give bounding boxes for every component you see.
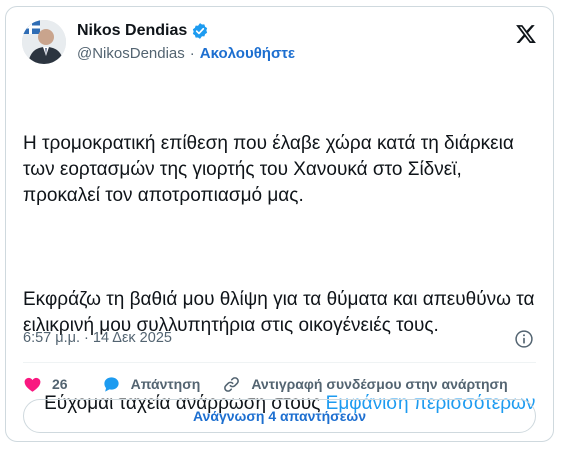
copy-link-label: Αντιγραφή συνδέσμου στην ανάρτηση [251,376,508,392]
avatar-image [22,20,66,64]
reply-bubble-icon [103,376,119,392]
author-name[interactable]: Nikos Dendias [77,22,187,40]
like-count: 26 [52,376,68,392]
like-button[interactable]: 26 [23,375,68,394]
divider [23,362,536,363]
author-handle[interactable]: @NikosDendias [77,45,185,62]
tweet-timestamp[interactable]: 6:57 μ.μ. · 14 Δεκ 2025 [23,330,172,346]
copy-link-button[interactable]: Αντιγραφή συνδέσμου στην ανάρτηση [222,375,508,394]
x-logo-icon[interactable] [515,23,537,45]
info-icon[interactable] [514,329,534,349]
follow-button[interactable]: Ακολουθήστε [200,45,295,62]
tweet-paragraph-1: Η τρομοκρατική επίθεση που έλαβε χώρα κα… [23,133,520,206]
heart-icon [24,377,41,392]
separator-dot: · [189,45,195,62]
tweet-card: Nikos Dendias @NikosDendias · Ακολουθήστ… [5,6,554,442]
reply-button[interactable]: Απάντηση [102,375,201,394]
avatar[interactable] [22,20,66,64]
action-bar: 26 Απάντηση Αντιγραφή συνδέσμου στην ανά… [23,369,508,399]
author-name-row: Nikos Dendias [77,22,209,40]
reply-label: Απάντηση [130,376,201,392]
link-icon [224,376,240,392]
author-handle-row: @NikosDendias · Ακολουθήστε [77,45,295,62]
verified-badge-icon [193,23,208,39]
read-replies-button[interactable]: Ανάγνωση 4 απαντήσεων [23,399,536,433]
